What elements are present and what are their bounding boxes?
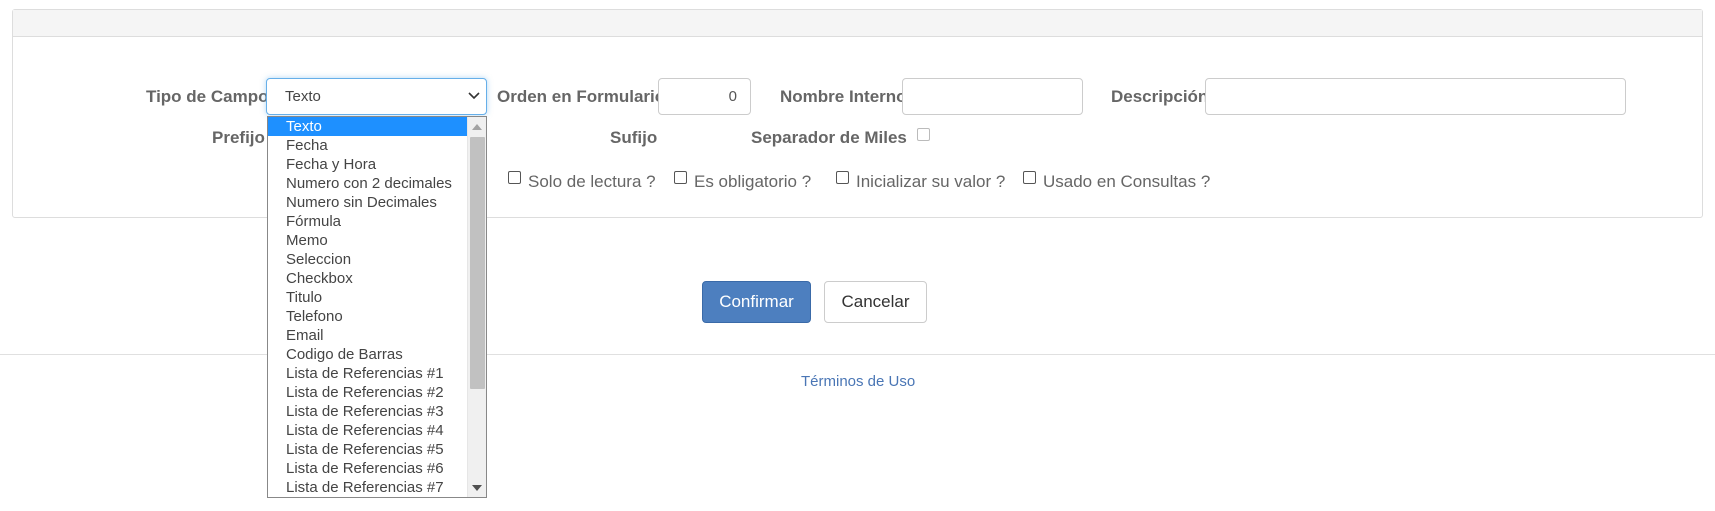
descripcion-input[interactable] [1205,78,1626,115]
dropdown-option[interactable]: Lista de Referencias #4 [268,421,467,440]
dropdown-scrollbar[interactable] [467,117,486,497]
dropdown-option[interactable]: Codigo de Barras [268,345,467,364]
inicializar-valor-label: Inicializar su valor ? [856,172,1006,191]
usado-en-consultas-checkbox[interactable] [1023,171,1036,184]
inicializar-valor-checkbox[interactable] [836,171,849,184]
dropdown-option[interactable]: Texto [268,117,467,136]
dropdown-option[interactable]: Lista de Referencias #3 [268,402,467,421]
orden-value: 0 [728,88,737,105]
dropdown-option[interactable]: Fecha [268,136,467,155]
dropdown-option[interactable]: Seleccion [268,250,467,269]
dropdown-option[interactable]: Telefono [268,307,467,326]
dropdown-option[interactable]: Fecha y Hora [268,155,467,174]
dropdown-option[interactable]: Fórmula [268,212,467,231]
dropdown-option[interactable]: Lista de Referencias #7 [268,478,467,497]
confirmar-button[interactable]: Confirmar [702,281,811,323]
prefijo-label: Prefijo [212,128,265,147]
dropdown-option[interactable]: Numero con 2 decimales [268,174,467,193]
dropdown-option[interactable]: Memo [268,231,467,250]
tipo-de-campo-dropdown-list[interactable]: Texto Fecha Fecha y Hora Numero con 2 decim… [267,116,487,498]
dropdown-option[interactable]: Lista de Referencias #6 [268,459,467,478]
tipo-de-campo-value: Texto [285,88,321,105]
es-obligatorio-checkbox[interactable] [674,171,687,184]
terminos-de-uso-link[interactable]: Términos de Uso [801,373,915,390]
orden-en-formulario-input[interactable]: 0 [658,78,751,115]
sufijo-label: Sufijo [610,128,658,147]
orden-en-formulario-label: Orden en Formulario [497,87,666,106]
solo-lectura-checkbox[interactable] [508,171,521,184]
tipo-de-campo-label: Tipo de Campo [146,87,269,106]
dropdown-option[interactable]: Lista de Referencias #1 [268,364,467,383]
dropdown-option[interactable]: Checkbox [268,269,467,288]
es-obligatorio-label: Es obligatorio ? [694,172,812,191]
separador-de-miles-checkbox[interactable] [917,128,930,141]
cancelar-button[interactable]: Cancelar [824,281,927,323]
scroll-down-arrow-icon[interactable] [472,485,482,491]
scrollbar-thumb[interactable] [470,137,485,389]
nombre-interno-input[interactable] [902,78,1083,115]
footer-divider [0,354,1715,355]
separador-de-miles-label: Separador de Miles [751,128,907,147]
panel-header [13,10,1702,37]
tipo-de-campo-select[interactable]: Texto [266,78,487,115]
dropdown-option[interactable]: Email [268,326,467,345]
nombre-interno-label: Nombre Interno [780,87,907,106]
dropdown-option[interactable]: Lista de Referencias #2 [268,383,467,402]
scroll-up-arrow-icon[interactable] [472,124,482,130]
dropdown-option[interactable]: Titulo [268,288,467,307]
chevron-down-icon [468,92,480,100]
solo-lectura-label: Solo de lectura ? [528,172,656,191]
dropdown-option[interactable]: Numero sin Decimales [268,193,467,212]
descripcion-label: Descripción [1111,87,1209,106]
dropdown-option[interactable]: Lista de Referencias #5 [268,440,467,459]
usado-en-consultas-label: Usado en Consultas ? [1043,172,1211,191]
